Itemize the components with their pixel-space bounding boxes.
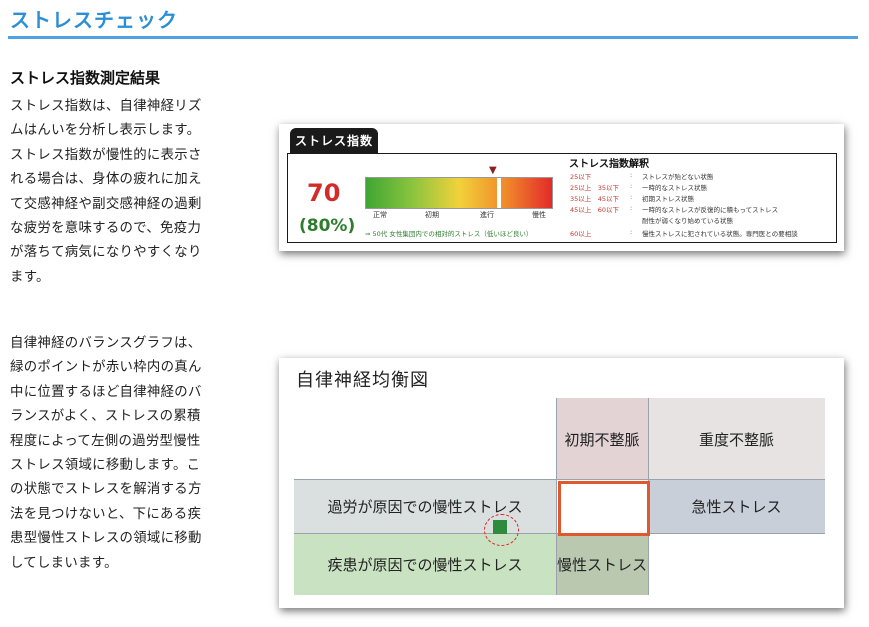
range-label: 25以上 35以下: [570, 184, 620, 192]
balance-graph-description: 自律神経のバランスグラフは、 緑のポイントが赤い枠内の真ん 中に位置するほど自律…: [10, 332, 232, 576]
separator: :: [630, 182, 633, 190]
stress-index-description: ストレス指数は、自律神経リズ ムはんいを分析し表示します。 ストレス指数が慢性的…: [10, 95, 232, 290]
text-line: の状態でストレスを解消する方: [10, 482, 202, 498]
stress-gauge: [365, 177, 553, 209]
title-divider: [8, 36, 858, 39]
grid-line: [556, 398, 557, 595]
gauge-marker-gap: [497, 178, 501, 208]
text-line: 程度によって左側の過労型慢性: [10, 433, 201, 449]
stress-score: 70: [307, 179, 341, 207]
balance-point-marker: [493, 520, 507, 534]
zone-disease-chronic-stress: 疾患が原因での慢性ストレス: [294, 533, 556, 595]
gauge-label: 初期: [425, 211, 439, 219]
separator: :: [630, 204, 633, 212]
range-label: 45以上 60以下: [570, 206, 620, 214]
stress-index-tab: ストレス指数: [290, 128, 378, 154]
separator: :: [630, 193, 633, 201]
separator: :: [630, 171, 633, 179]
stress-index-card: ストレス指数 70 (80%) ▼ 正常 初期 進行 慢性 ⇒ 50代 女性集団…: [279, 124, 844, 251]
range-description: 一時的なストレスが反復的に積もってストレス: [642, 206, 779, 214]
text-line: 中に位置するほど自律神経のバ: [10, 384, 202, 400]
text-line: 患型慢性ストレスの領域に移動: [10, 531, 202, 547]
text-line: な疲労を意味するので、免疫力: [10, 221, 202, 237]
range-description: 一時的なストレス状態: [642, 184, 707, 192]
text-line: してしまいます。: [10, 555, 118, 571]
range-description-continued: 耐性が弱くなり始めている状態: [642, 217, 733, 225]
text-line: 自律神経のバランスグラフは、: [10, 336, 202, 351]
gauge-note: ⇒ 50代 女性集団内での相対的ストレス（低いほど良い）: [365, 230, 533, 238]
range-description: ストレスが殆どない状態: [642, 173, 714, 181]
text-line: ランスがよく、ストレスの累積: [10, 409, 201, 425]
zone-chronic-stress: 慢性ストレス: [556, 533, 648, 595]
page-title: ストレスチェック: [10, 8, 178, 32]
zone-initial-arrhythmia: 初期不整脈: [556, 398, 648, 480]
text-line: 法を見つけないと、下にある疾: [10, 506, 202, 522]
text-line: ムはんいを分析し表示します。: [10, 123, 201, 139]
separator: :: [630, 228, 633, 236]
text-line: ストレス指数が慢性的に表示さ: [10, 147, 202, 163]
autonomic-balance-card: 自律神経均衡図 初期不整脈 重度不整脈 過労が原因での慢性ストレス 急性ストレス…: [279, 358, 844, 608]
range-label: 25以下: [570, 173, 592, 181]
range-label: 35以上 45以下: [570, 195, 620, 203]
range-label: 60以上: [570, 230, 592, 238]
range-description: 初期ストレス状態: [642, 195, 694, 203]
gauge-label: 進行: [480, 211, 494, 219]
zone-severe-arrhythmia: 重度不整脈: [648, 398, 825, 480]
text-line: れる場合は、身体の疲れに加え: [10, 172, 202, 188]
gauge-labels: 正常 初期 進行 慢性: [365, 210, 555, 220]
balanced-target-frame: [558, 481, 650, 536]
text-line: て交感神経や副交感神経の過剰: [10, 196, 202, 212]
interpretation-title: ストレス指数解釈: [569, 159, 649, 170]
text-line: ストレス指数は、自律神経リズ: [10, 99, 202, 114]
grid-line: [294, 479, 825, 480]
zone-acute-stress: 急性ストレス: [648, 480, 825, 533]
range-description: 慢性ストレスに犯されている状態。専門医との要相談: [642, 230, 798, 238]
balance-title: 自律神経均衡図: [296, 370, 429, 391]
gauge-pointer-icon: ▼: [489, 165, 497, 176]
text-line: が落ちて病気になりやすくなり: [10, 245, 202, 261]
text-line: ます。: [10, 269, 50, 285]
text-line: ストレス領域に移動します。こ: [10, 458, 201, 474]
stress-percent: (80%): [299, 216, 356, 236]
gauge-label: 正常: [373, 211, 387, 219]
gauge-label: 慢性: [532, 211, 546, 219]
section-heading: ストレス指数測定結果: [10, 69, 161, 87]
text-line: 緑のポイントが赤い枠内の真ん: [10, 360, 202, 376]
